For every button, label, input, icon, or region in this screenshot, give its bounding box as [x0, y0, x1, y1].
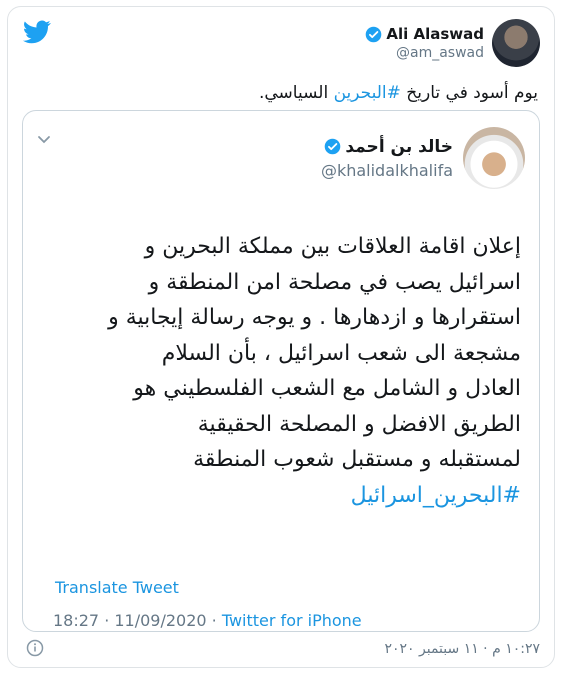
- embedded-tweet-card: Ali Alaswad @am_aswad يوم أسود في تاريخ …: [7, 6, 555, 668]
- quoted-line: اسرائيل يصب في مصلحة امن المنطقة و: [148, 269, 521, 295]
- quoted-hashtag-link[interactable]: #البحرين_اسرائيل: [41, 478, 521, 514]
- quoted-line: العادل و الشامل مع الشعب الفلسطيني هو: [133, 376, 521, 401]
- quoted-time[interactable]: 18:27 · 11/09/2020 ·: [53, 611, 222, 630]
- chevron-down-icon[interactable]: [37, 135, 51, 145]
- quoted-tweet-body: إعلان اقامة العلاقات بين مملكة البحرين و…: [41, 229, 521, 513]
- author-display-name[interactable]: Ali Alaswad: [386, 25, 484, 43]
- quoted-line: لمستقبله و مستقبل شعوب المنطقة: [193, 447, 521, 472]
- tweet-hashtag-link[interactable]: #البحرين: [334, 83, 401, 103]
- tweet-author[interactable]: Ali Alaswad @am_aswad: [365, 19, 540, 67]
- tweet-text-before: يوم أسود في تاريخ: [400, 83, 538, 103]
- translate-tweet-link[interactable]: Translate Tweet: [55, 578, 179, 597]
- author-names: Ali Alaswad @am_aswad: [365, 25, 484, 61]
- quoted-author[interactable]: خالد بن أحمد @khalidalkhalifa: [321, 127, 525, 189]
- author-avatar[interactable]: [492, 19, 540, 67]
- quoted-avatar[interactable]: [463, 127, 525, 189]
- quoted-line: مشجعة الى شعب اسرائيل ، بأن السلام: [161, 340, 521, 366]
- tweet-date[interactable]: ١٠:٢٧ م · ١١ سبتمبر ٢٠٢٠: [384, 641, 540, 657]
- quoted-author-names: خالد بن أحمد @khalidalkhalifa: [321, 137, 453, 180]
- author-display-name-row: Ali Alaswad: [365, 25, 484, 43]
- quoted-tweet[interactable]: خالد بن أحمد @khalidalkhalifa إعلان اقام…: [22, 110, 540, 632]
- tweet-text: يوم أسود في تاريخ #البحرين السياسي.: [259, 83, 538, 103]
- quoted-display-name-row: خالد بن أحمد: [321, 137, 453, 157]
- tweet-text-after: السياسي.: [258, 83, 334, 103]
- card-footer: ١٠:٢٧ م · ١١ سبتمبر ٢٠٢٠: [8, 635, 554, 665]
- quoted-display-name[interactable]: خالد بن أحمد: [345, 137, 453, 157]
- verified-badge-icon: [325, 138, 341, 155]
- twitter-logo-icon[interactable]: [23, 20, 51, 44]
- quoted-line: الطريق الافضل و المصلحة الحقيقية: [197, 411, 521, 437]
- quoted-handle[interactable]: @khalidalkhalifa: [321, 161, 453, 180]
- info-icon[interactable]: [26, 639, 44, 657]
- quoted-line: إعلان اقامة العلاقات بين مملكة البحرين و: [144, 234, 521, 259]
- quoted-timestamp-row: 18:27 · 11/09/2020 · Twitter for iPhone: [53, 611, 362, 630]
- quoted-source-link[interactable]: Twitter for iPhone: [222, 611, 362, 630]
- verified-badge-icon: [366, 26, 382, 42]
- author-handle[interactable]: @am_aswad: [365, 45, 484, 61]
- quoted-line: استقرارها و ازدهارها . و يوجه رسالة إيجا…: [108, 305, 521, 330]
